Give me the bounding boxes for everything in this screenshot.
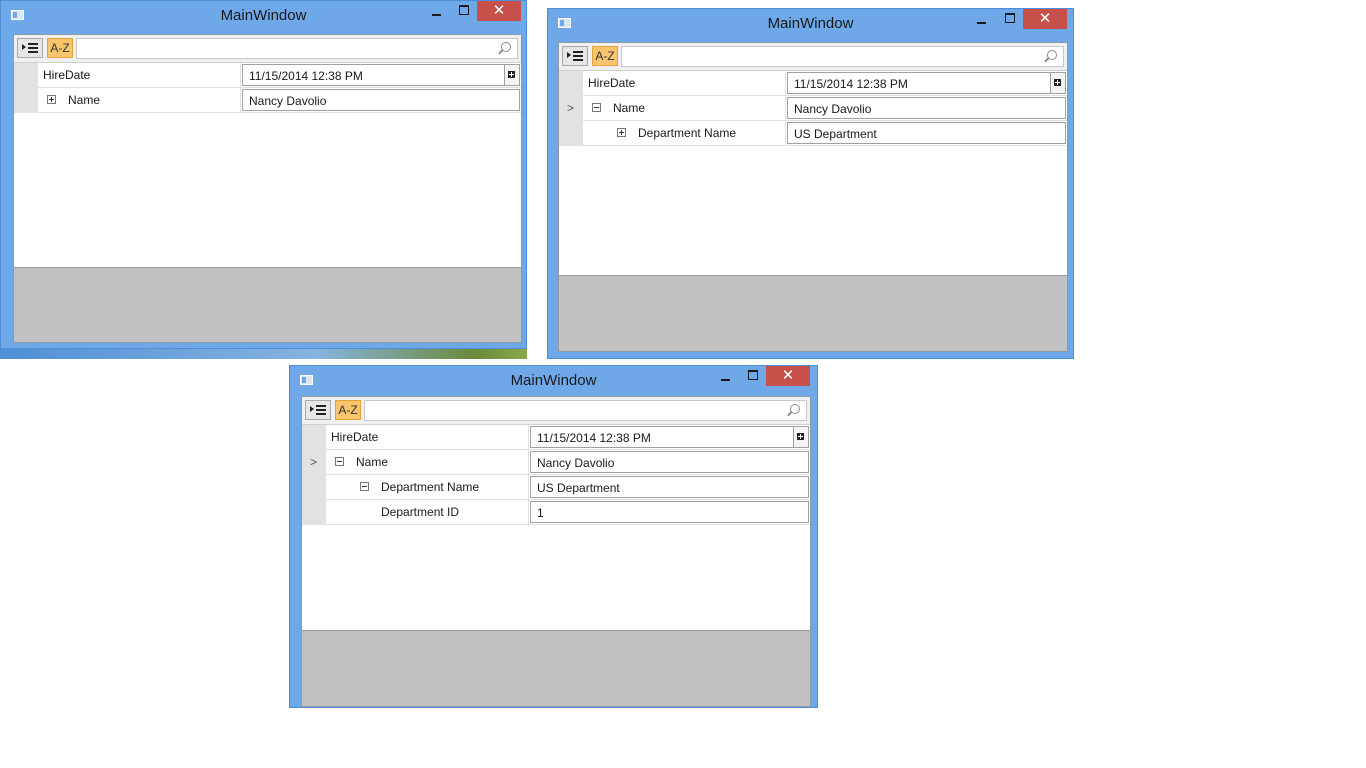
close-icon[interactable]: ✕ bbox=[766, 366, 810, 386]
main-window-2: MainWindow ✕ A-Z > HireDate 11/15/2014 1… bbox=[547, 8, 1074, 359]
sort-alphabetical-button[interactable]: A-Z bbox=[592, 46, 618, 66]
column-divider bbox=[528, 425, 529, 449]
column-divider bbox=[785, 121, 786, 145]
property-value: 11/15/2014 12:38 PM bbox=[537, 431, 651, 445]
calendar-icon[interactable] bbox=[793, 427, 808, 447]
row-header-gutter: > bbox=[302, 425, 326, 525]
description-pane bbox=[302, 630, 810, 706]
hiredate-field[interactable]: 11/15/2014 12:38 PM bbox=[787, 72, 1066, 94]
maximize-icon[interactable] bbox=[742, 366, 764, 386]
property-grid-toolbar: A-Z bbox=[14, 35, 521, 63]
property-grid: A-Z > HireDate 11/15/2014 12:38 PM Name bbox=[301, 396, 811, 707]
categorize-icon[interactable] bbox=[17, 38, 43, 58]
property-row-hiredate[interactable]: HireDate 11/15/2014 12:38 PM bbox=[583, 71, 1067, 96]
minimize-icon[interactable] bbox=[969, 9, 997, 29]
column-divider bbox=[785, 96, 786, 120]
property-label: Name bbox=[68, 93, 101, 107]
search-icon[interactable] bbox=[790, 404, 800, 414]
property-label: Department ID bbox=[381, 505, 460, 519]
title-bar[interactable]: MainWindow ✕ bbox=[1, 1, 526, 31]
property-row-hiredate[interactable]: HireDate 11/15/2014 12:38 PM bbox=[326, 425, 810, 450]
title-bar[interactable]: MainWindow ✕ bbox=[548, 9, 1073, 39]
chevron-right-icon: > bbox=[567, 101, 575, 115]
name-field[interactable]: Nancy Davolio bbox=[787, 97, 1066, 119]
calendar-icon[interactable] bbox=[504, 65, 519, 85]
property-grid: A-Z HireDate 11/15/2014 12:38 PM Name Na… bbox=[13, 34, 522, 343]
property-label: Name bbox=[356, 455, 389, 469]
search-icon[interactable] bbox=[1047, 50, 1057, 60]
main-window-1: MainWindow ✕ A-Z HireDate 11/15/2014 12:… bbox=[0, 0, 527, 349]
maximize-icon[interactable] bbox=[999, 9, 1021, 29]
property-grid: A-Z > HireDate 11/15/2014 12:38 PM Name bbox=[558, 42, 1068, 352]
department-name-field[interactable]: US Department bbox=[787, 122, 1066, 144]
search-input[interactable] bbox=[621, 46, 1064, 67]
department-id-field[interactable]: 1 bbox=[530, 501, 809, 523]
collapse-icon[interactable] bbox=[335, 457, 344, 466]
department-name-field[interactable]: US Department bbox=[530, 476, 809, 498]
property-row-name[interactable]: Name Nancy Davolio bbox=[326, 450, 810, 475]
calendar-icon[interactable] bbox=[1050, 73, 1065, 93]
row-header-gutter bbox=[14, 63, 38, 113]
property-grid-toolbar: A-Z bbox=[302, 397, 810, 425]
expand-icon[interactable] bbox=[47, 95, 56, 104]
minimize-icon[interactable] bbox=[424, 1, 452, 21]
categorize-icon[interactable] bbox=[562, 46, 588, 66]
column-divider bbox=[240, 63, 241, 87]
property-row-name[interactable]: Name Nancy Davolio bbox=[38, 88, 521, 113]
description-pane bbox=[14, 267, 521, 342]
sort-alphabetical-button[interactable]: A-Z bbox=[47, 38, 73, 58]
property-row-name[interactable]: Name Nancy Davolio bbox=[583, 96, 1067, 121]
property-row-department-id[interactable]: Department ID 1 bbox=[326, 500, 810, 525]
property-label: Name bbox=[613, 101, 646, 115]
sort-alphabetical-button[interactable]: A-Z bbox=[335, 400, 361, 420]
column-divider bbox=[528, 475, 529, 499]
column-divider bbox=[528, 500, 529, 524]
description-pane bbox=[559, 275, 1067, 351]
search-input[interactable] bbox=[76, 38, 518, 59]
maximize-icon[interactable] bbox=[453, 1, 475, 21]
property-label: HireDate bbox=[331, 430, 379, 444]
property-grid-toolbar: A-Z bbox=[559, 43, 1067, 71]
property-label: Department Name bbox=[381, 480, 480, 494]
column-divider bbox=[785, 71, 786, 95]
column-divider bbox=[240, 88, 241, 112]
collapse-icon[interactable] bbox=[360, 482, 369, 491]
property-label: Department Name bbox=[638, 126, 737, 140]
property-row-hiredate[interactable]: HireDate 11/15/2014 12:38 PM bbox=[38, 63, 521, 88]
name-field[interactable]: Nancy Davolio bbox=[530, 451, 809, 473]
hiredate-field[interactable]: 11/15/2014 12:38 PM bbox=[242, 64, 520, 86]
hiredate-field[interactable]: 11/15/2014 12:38 PM bbox=[530, 426, 809, 448]
title-bar[interactable]: MainWindow ✕ bbox=[290, 366, 817, 396]
name-field[interactable]: Nancy Davolio bbox=[242, 89, 520, 111]
search-icon[interactable] bbox=[501, 42, 511, 52]
property-value: 11/15/2014 12:38 PM bbox=[794, 77, 908, 91]
property-row-department-name[interactable]: Department Name US Department bbox=[583, 121, 1067, 146]
collapse-icon[interactable] bbox=[592, 103, 601, 112]
desktop-wallpaper-strip bbox=[0, 348, 527, 359]
close-icon[interactable]: ✕ bbox=[1023, 9, 1067, 29]
property-label: HireDate bbox=[588, 76, 636, 90]
main-window-3: MainWindow ✕ A-Z > HireDate 11/15/2014 1… bbox=[289, 365, 818, 708]
minimize-icon[interactable] bbox=[713, 366, 741, 386]
categorize-icon[interactable] bbox=[305, 400, 331, 420]
search-input[interactable] bbox=[364, 400, 807, 421]
property-value: 11/15/2014 12:38 PM bbox=[249, 69, 363, 83]
expand-icon[interactable] bbox=[617, 128, 626, 137]
column-divider bbox=[528, 450, 529, 474]
property-label: HireDate bbox=[43, 68, 91, 82]
chevron-right-icon: > bbox=[310, 455, 318, 469]
property-row-department-name[interactable]: Department Name US Department bbox=[326, 475, 810, 500]
row-header-gutter: > bbox=[559, 71, 583, 146]
close-icon[interactable]: ✕ bbox=[477, 1, 521, 21]
